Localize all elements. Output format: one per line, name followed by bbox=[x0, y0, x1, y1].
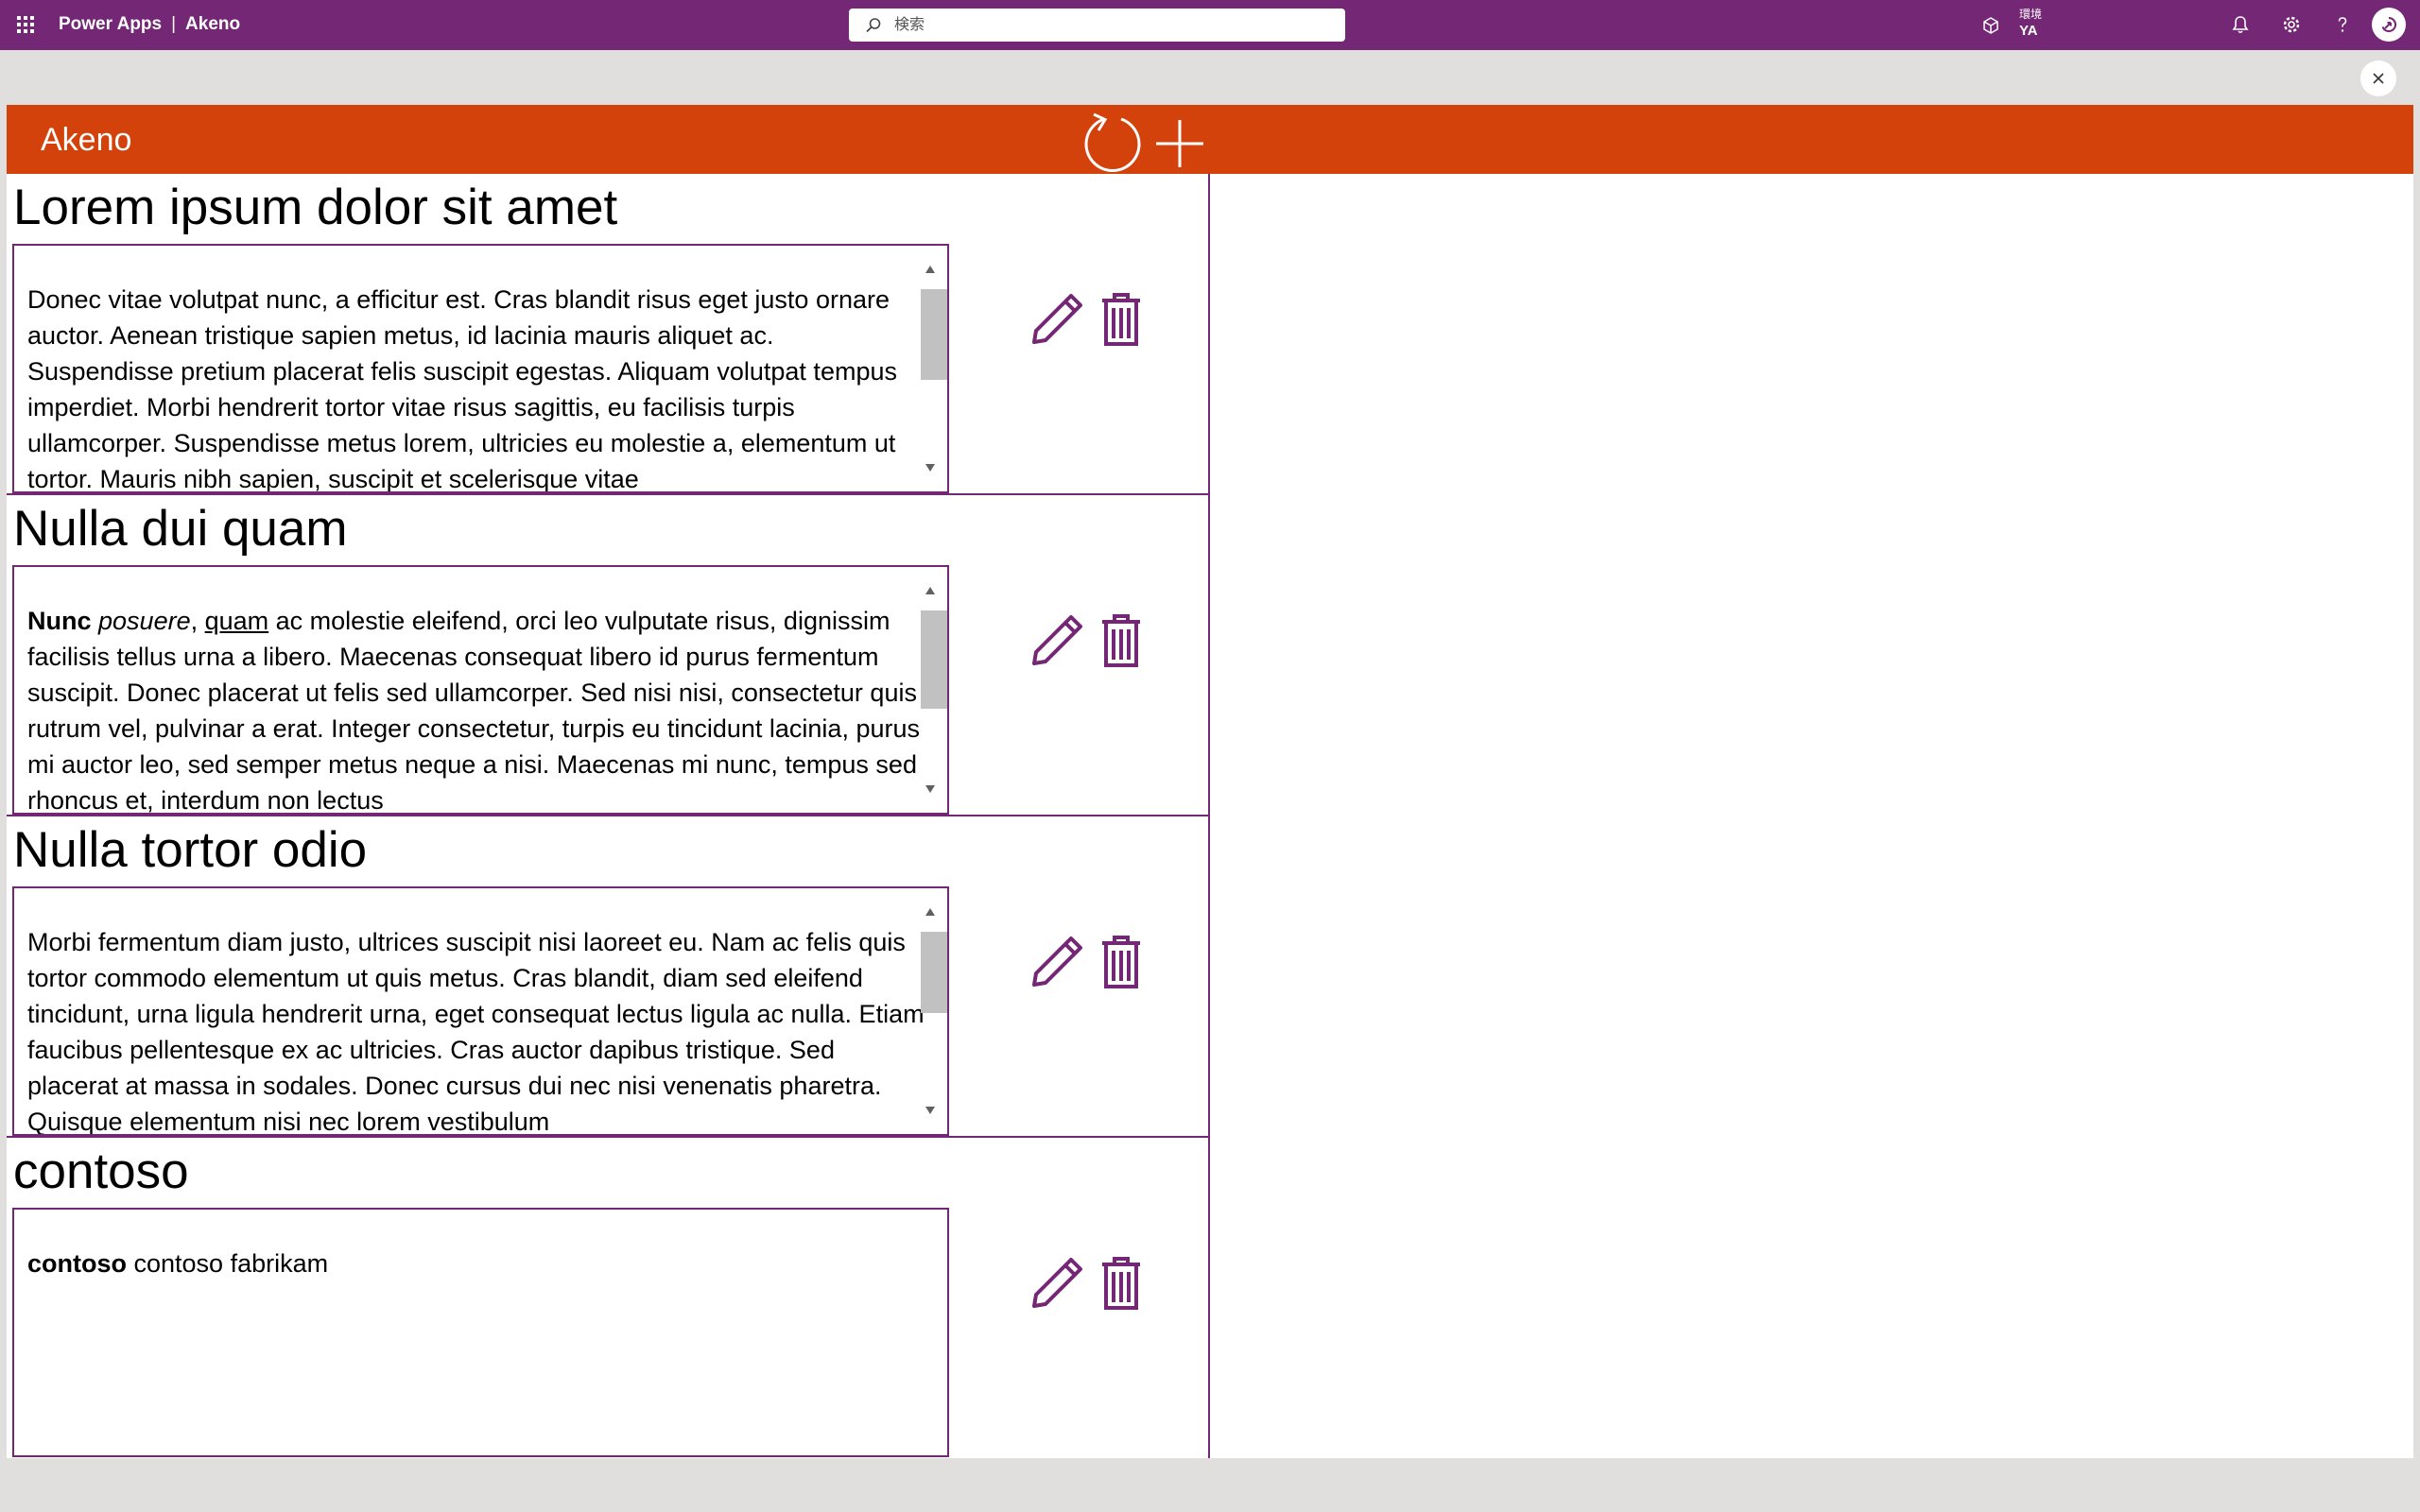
trash-icon[interactable] bbox=[1100, 293, 1142, 346]
scrollbar-thumb[interactable] bbox=[921, 289, 947, 380]
scrollbar-thumb[interactable] bbox=[921, 932, 947, 1013]
close-app-button[interactable] bbox=[2360, 60, 2396, 96]
item-title: Lorem ipsum dolor sit amet bbox=[13, 180, 618, 235]
gear-icon[interactable] bbox=[2280, 13, 2303, 36]
scroll-up-arrow-icon[interactable] bbox=[925, 265, 936, 274]
item-body-textbox[interactable]: Nunc posuere, quam ac molestie eleifend,… bbox=[12, 565, 949, 815]
suite-header: Power Apps | Akeno 環境 YA bbox=[0, 0, 2420, 50]
brand-separator: | bbox=[171, 14, 177, 34]
trash-icon[interactable] bbox=[1100, 1257, 1142, 1310]
app-canvas: Akeno Lorem ipsum dolor sit amet Donec v… bbox=[7, 105, 2413, 1458]
gallery-item[interactable]: contoso contoso contoso fabrikam bbox=[7, 1138, 1208, 1459]
edit-pencil-icon[interactable] bbox=[1028, 612, 1085, 669]
environment-label: 環境 bbox=[2019, 8, 2043, 21]
item-body-textbox[interactable]: contoso contoso fabrikam bbox=[12, 1208, 949, 1457]
refresh-icon[interactable] bbox=[1083, 112, 1144, 174]
add-icon[interactable] bbox=[1152, 116, 1207, 171]
product-name: Power Apps bbox=[59, 14, 163, 34]
scroll-down-arrow-icon[interactable] bbox=[925, 463, 936, 472]
edit-pencil-icon[interactable] bbox=[1028, 291, 1085, 348]
gallery-item[interactable]: Nulla tortor odio Morbi fermentum diam j… bbox=[7, 816, 1208, 1138]
environment-name: YA bbox=[2019, 23, 2038, 39]
edit-pencil-icon[interactable] bbox=[1028, 934, 1085, 990]
waffle-icon[interactable] bbox=[15, 14, 36, 35]
gallery-item[interactable]: Nulla dui quam Nunc posuere, quam ac mol… bbox=[7, 495, 1208, 816]
close-icon bbox=[2373, 73, 2384, 84]
item-body: contoso contoso fabrikam bbox=[27, 1249, 329, 1278]
item-body-textbox[interactable]: Donec vitae volutpat nunc, a efficitur e… bbox=[12, 244, 949, 493]
app-header: Akeno bbox=[7, 105, 2413, 174]
vertical-scrollbar[interactable] bbox=[917, 571, 947, 809]
scroll-down-arrow-icon[interactable] bbox=[925, 784, 936, 794]
help-icon[interactable] bbox=[2331, 13, 2354, 36]
app-brand[interactable]: Power Apps | Akeno bbox=[59, 13, 240, 36]
scroll-up-arrow-icon[interactable] bbox=[925, 586, 936, 595]
scroll-up-arrow-icon[interactable] bbox=[925, 907, 936, 917]
search-input[interactable] bbox=[894, 9, 1329, 42]
items-gallery: Lorem ipsum dolor sit amet Donec vitae v… bbox=[7, 174, 1210, 1458]
scroll-down-arrow-icon[interactable] bbox=[925, 1106, 936, 1115]
item-body: Nunc posuere, quam ac molestie eleifend,… bbox=[27, 607, 920, 815]
item-body-textbox[interactable]: Morbi fermentum diam justo, ultrices sus… bbox=[12, 886, 949, 1136]
search-icon bbox=[866, 18, 881, 33]
trash-icon[interactable] bbox=[1100, 936, 1142, 988]
edit-pencil-icon[interactable] bbox=[1028, 1255, 1085, 1312]
trash-icon[interactable] bbox=[1100, 614, 1142, 667]
gallery-item[interactable]: Lorem ipsum dolor sit amet Donec vitae v… bbox=[7, 174, 1208, 495]
vertical-scrollbar[interactable] bbox=[917, 892, 947, 1130]
item-body: Morbi fermentum diam justo, ultrices sus… bbox=[27, 928, 925, 1136]
item-title: Nulla tortor odio bbox=[13, 822, 368, 878]
app-title: Akeno bbox=[41, 122, 132, 158]
item-title: Nulla dui quam bbox=[13, 501, 348, 557]
app-name: Akeno bbox=[185, 14, 241, 34]
avatar-icon bbox=[2381, 16, 2397, 32]
search-box[interactable] bbox=[849, 9, 1345, 42]
vertical-scrollbar[interactable] bbox=[917, 249, 947, 488]
environment-icon bbox=[1983, 17, 1998, 34]
item-body: Donec vitae volutpat nunc, a efficitur e… bbox=[27, 285, 897, 493]
scrollbar-thumb[interactable] bbox=[921, 610, 947, 709]
item-title: contoso bbox=[13, 1143, 189, 1199]
bell-icon[interactable] bbox=[2229, 13, 2252, 36]
user-avatar[interactable] bbox=[2372, 8, 2406, 42]
